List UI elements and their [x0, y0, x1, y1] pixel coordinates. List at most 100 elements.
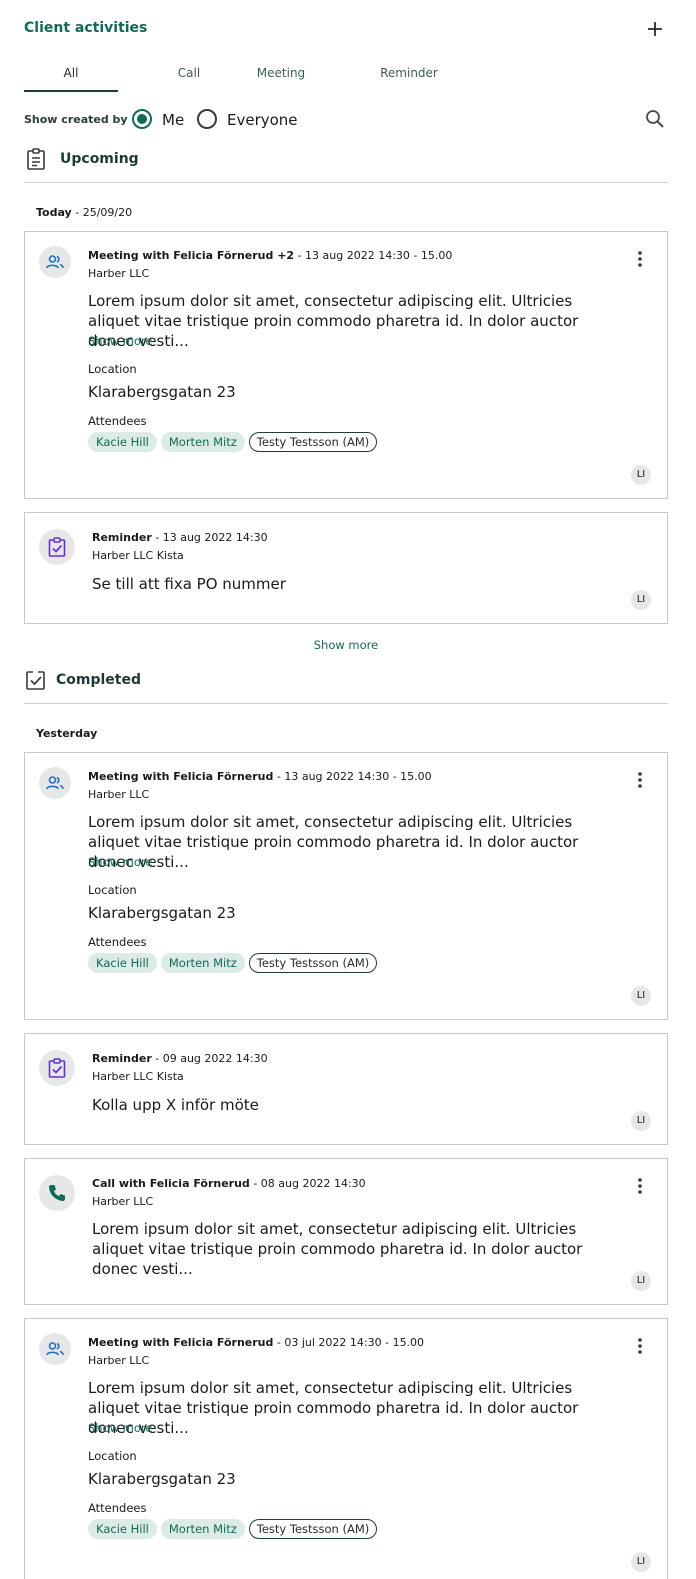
- activity-type-avatar: [39, 1175, 75, 1211]
- radio-everyone-label[interactable]: Everyone: [227, 111, 298, 129]
- section-title-upcoming: Upcoming: [60, 151, 139, 167]
- owner-avatar: LI: [631, 590, 651, 610]
- attendee-chip[interactable]: Kacie Hill: [88, 953, 157, 973]
- activity-company: Harber LLC Kista: [92, 1070, 184, 1083]
- section-title-completed: Completed: [56, 672, 142, 688]
- owner-avatar: LI: [631, 465, 651, 485]
- more-options-icon[interactable]: [631, 1177, 649, 1195]
- people-icon: [46, 255, 64, 269]
- activity-type-avatar: [39, 529, 75, 565]
- search-button[interactable]: [644, 108, 666, 130]
- tab-call[interactable]: Call: [144, 66, 234, 80]
- location-value: Klarabergsgatan 23: [88, 904, 236, 922]
- activity-title: Reminder: [92, 531, 152, 544]
- activity-header: Meeting with Felicia Förnerud +2 - 13 au…: [88, 249, 452, 262]
- day-label-bold: Yesterday: [36, 727, 98, 740]
- activity-time: - 09 aug 2022 14:30: [151, 1052, 268, 1065]
- activity-title: Meeting with Felicia Förnerud +2: [88, 249, 295, 262]
- location-label: Location: [88, 362, 137, 376]
- more-options-icon[interactable]: [631, 1337, 649, 1355]
- activity-card-reminder[interactable]: Reminder - 09 aug 2022 14:30 Harber LLC …: [24, 1033, 668, 1145]
- location-value: Klarabergsgatan 23: [88, 1470, 236, 1488]
- activity-card-meeting[interactable]: Meeting with Felicia Förnerud - 03 jul 2…: [24, 1318, 668, 1579]
- active-tab-indicator: [24, 90, 118, 92]
- activity-type-avatar: [39, 1050, 75, 1086]
- activity-header: Reminder - 13 aug 2022 14:30: [92, 531, 268, 544]
- tab-reminder[interactable]: Reminder: [364, 66, 454, 80]
- activity-header: Call with Felicia Förnerud - 08 aug 2022…: [92, 1177, 366, 1190]
- more-options-icon[interactable]: [631, 771, 649, 789]
- activity-company: Harber LLC: [88, 1354, 150, 1367]
- activity-card-meeting[interactable]: Meeting with Felicia Förnerud - 13 aug 2…: [24, 752, 668, 1020]
- activity-type-avatar: [39, 767, 71, 799]
- clipboard-check-icon: [48, 1058, 66, 1078]
- activity-company: Harber LLC: [92, 1195, 154, 1208]
- activity-time: - 03 jul 2022 14:30 - 15.00: [273, 1336, 425, 1349]
- activity-time: - 13 aug 2022 14:30: [151, 531, 268, 544]
- activity-company: Harber LLC: [88, 267, 150, 280]
- tab-all[interactable]: All: [24, 66, 118, 80]
- created-by-filter: Show created by Me Everyone: [24, 106, 668, 134]
- activity-title: Meeting with Felicia Förnerud: [88, 1336, 274, 1349]
- activity-type-avatar: [39, 246, 71, 278]
- show-more-upcoming-link[interactable]: Show more: [24, 638, 668, 652]
- activity-description: Lorem ipsum dolor sit amet, consectetur …: [92, 1220, 583, 1278]
- radio-me[interactable]: [132, 109, 152, 129]
- attendee-chip-account-manager[interactable]: Testy Testsson (AM): [248, 1519, 378, 1539]
- activity-company: Harber LLC Kista: [92, 549, 184, 562]
- activity-time: - 13 aug 2022 14:30 - 15.00: [273, 770, 432, 783]
- activity-title: Reminder: [92, 1052, 152, 1065]
- show-more-description-link[interactable]: Show more: [88, 855, 152, 869]
- radio-me-label[interactable]: Me: [162, 111, 184, 129]
- attendee-chips: Kacie Hill Morten Mitz Testy Testsson (AM): [88, 1519, 381, 1539]
- activity-card-reminder[interactable]: Reminder - 13 aug 2022 14:30 Harber LLC …: [24, 512, 668, 624]
- day-label-bold: Today: [36, 206, 72, 219]
- attendee-chip-account-manager[interactable]: Testy Testsson (AM): [248, 953, 378, 973]
- top-bar: Client activities: [24, 18, 668, 40]
- activity-type-avatar: [39, 1333, 71, 1365]
- more-options-icon[interactable]: [631, 250, 649, 268]
- owner-avatar: LI: [631, 1111, 651, 1131]
- filter-label: Show created by: [24, 113, 128, 126]
- add-activity-button[interactable]: [644, 18, 666, 40]
- activity-title: Meeting with Felicia Förnerud: [88, 770, 274, 783]
- upcoming-section-header: Upcoming: [24, 147, 668, 183]
- location-label: Location: [88, 883, 137, 897]
- attendee-chips: Kacie Hill Morten Mitz Testy Testsson (AM): [88, 432, 381, 452]
- day-label-yesterday: Yesterday: [36, 727, 97, 740]
- activity-description: Lorem ipsum dolor sit amet, consectetur …: [88, 813, 579, 871]
- day-label-today: Today - 25/09/20: [36, 206, 132, 219]
- activity-tabs: All Call Meeting Reminder: [24, 66, 668, 92]
- show-more-description-link[interactable]: Show more: [88, 334, 152, 348]
- owner-avatar: LI: [631, 986, 651, 1006]
- attendee-chips: Kacie Hill Morten Mitz Testy Testsson (AM): [88, 953, 381, 973]
- people-icon: [46, 1342, 64, 1356]
- attendee-chip[interactable]: Morten Mitz: [160, 1519, 245, 1539]
- activity-header: Meeting with Felicia Förnerud - 13 aug 2…: [88, 770, 432, 783]
- people-icon: [46, 776, 64, 790]
- activity-company: Harber LLC: [88, 788, 150, 801]
- activity-card-meeting[interactable]: Meeting with Felicia Förnerud +2 - 13 au…: [24, 231, 668, 499]
- attendee-chip[interactable]: Kacie Hill: [88, 1519, 157, 1539]
- owner-avatar: LI: [631, 1552, 651, 1572]
- show-more-description-link[interactable]: Show more: [88, 1421, 152, 1435]
- day-label-date: - 25/09/20: [71, 206, 133, 219]
- page-title: Client activities: [24, 20, 148, 36]
- attendee-chip-account-manager[interactable]: Testy Testsson (AM): [248, 432, 378, 452]
- owner-avatar: LI: [631, 1271, 651, 1291]
- attendee-chip[interactable]: Morten Mitz: [160, 953, 245, 973]
- attendees-label: Attendees: [88, 1501, 147, 1515]
- search-icon: [646, 110, 664, 128]
- activity-card-call[interactable]: Call with Felicia Förnerud - 08 aug 2022…: [24, 1158, 668, 1305]
- plus-icon: [648, 22, 662, 36]
- attendee-chip[interactable]: Kacie Hill: [88, 432, 157, 452]
- tab-meeting[interactable]: Meeting: [236, 66, 326, 80]
- checkbox-checked-icon: [26, 670, 45, 690]
- radio-everyone[interactable]: [197, 109, 217, 129]
- activity-header: Reminder - 09 aug 2022 14:30: [92, 1052, 268, 1065]
- activity-description: Kolla upp X inför möte: [92, 1096, 259, 1114]
- attendee-chip[interactable]: Morten Mitz: [160, 432, 245, 452]
- activity-description: Se till att fixa PO nummer: [92, 575, 286, 593]
- activity-time: - 08 aug 2022 14:30: [249, 1177, 366, 1190]
- activity-description: Lorem ipsum dolor sit amet, consectetur …: [88, 1379, 579, 1437]
